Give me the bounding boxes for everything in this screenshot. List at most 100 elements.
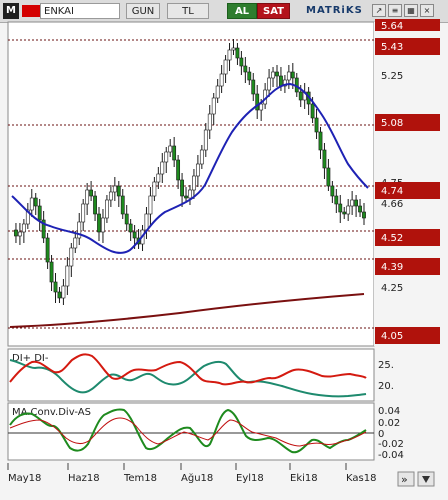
macd-label: MA.Conv.Div-AS [12,407,91,418]
candle-body [318,131,323,151]
candle-body [45,237,50,263]
candle-body [358,205,362,213]
candle-body [37,205,42,221]
x-axis-label: Kas18 [346,473,376,484]
candle-body [259,103,264,111]
macd-tick: 0.02 [378,418,400,429]
candle-body [152,181,157,197]
candle-body [69,247,74,267]
candle-body [275,71,279,77]
candle-body [354,199,358,207]
candle-body [21,223,26,233]
candle-body [160,161,165,175]
candle-body [227,49,232,61]
candle-body [310,103,315,119]
price-tick: 4.25 [381,283,403,294]
scroll-right-icon: » [401,473,408,486]
candle-body [156,173,161,183]
candle-body [334,195,339,205]
candle-body [124,213,129,225]
x-axis-label: Tem18 [123,473,157,484]
level-label: 4.05 [381,331,403,342]
x-axis-label: Ağu18 [181,472,213,484]
level-label: 4.39 [381,262,403,273]
candle-body [57,291,62,299]
candle-body [235,47,240,59]
candle-body [286,71,291,81]
candle-body [231,47,236,51]
macd-tick: -0.04 [378,450,404,461]
candle-body [199,149,204,165]
candle-body [342,211,347,215]
macd-tick: -0.02 [378,439,404,450]
candle-body [85,189,90,205]
candle-body [112,185,117,193]
candle-body [223,59,228,75]
candle-body [322,149,327,169]
price-tick: 5.25 [381,71,403,82]
level-label: 5.08 [381,118,403,129]
candle-body [298,91,303,101]
candle-body [251,79,256,95]
candle-body [211,97,216,115]
candle-body [29,197,34,211]
candle-body [267,77,271,91]
candle-body [101,217,105,233]
candle-body [338,203,343,213]
candle-body [116,185,121,197]
dmi-tick: 25. [378,360,394,371]
candle-body [207,113,212,131]
candle-body [148,195,153,215]
candle-body [172,145,177,161]
candle-body [255,93,260,111]
candle-body [192,175,196,191]
candle-body [243,65,248,73]
candle-body [184,195,188,199]
candle-body [326,167,331,187]
candle-body [53,281,58,293]
candle-body [108,191,113,201]
candle-body [239,57,244,67]
candle-body [350,199,355,207]
candle-body [14,229,18,237]
candle-body [346,205,351,215]
candle-body [188,189,192,199]
level-label: 5.43 [381,42,403,53]
candle-body [18,231,22,237]
candle-body [89,189,94,197]
candle-body [195,163,200,177]
candle-body [73,237,78,249]
candle-body [128,223,133,233]
candle-body [164,151,169,163]
candle-body [271,71,275,79]
candle-body [33,197,38,207]
x-axis-label: May18 [8,473,41,484]
candle-body [330,185,335,197]
candle-body [279,75,283,87]
candle-body [97,213,101,233]
x-axis-label: Eki18 [290,473,318,484]
candle-body [215,85,220,99]
candle-body [219,73,224,87]
level-label: 4.74 [381,186,403,197]
candle-body [144,213,149,231]
candle-body [93,195,97,215]
chart-canvas: 5.25 4.75 4.66 4.25 5.64 5.43 5.08 4.74 … [0,19,448,500]
candle-body [314,117,319,133]
x-axis-label: Haz18 [68,473,100,484]
candle-body [203,129,208,151]
x-axis-label: Eyl18 [236,473,264,484]
candle-body [61,285,66,299]
candle-body [105,199,109,219]
macd-tick: 0.04 [378,406,400,417]
candle-body [247,71,252,81]
candle-body [362,211,366,219]
candle-body [290,71,295,79]
candle-body [49,261,54,283]
candle-body [132,231,137,239]
candle-body [81,203,86,223]
dmi-tick: 20. [378,381,394,392]
candle-body [180,179,184,197]
level-label: 5.64 [381,21,403,32]
level-label: 4.52 [381,233,403,244]
